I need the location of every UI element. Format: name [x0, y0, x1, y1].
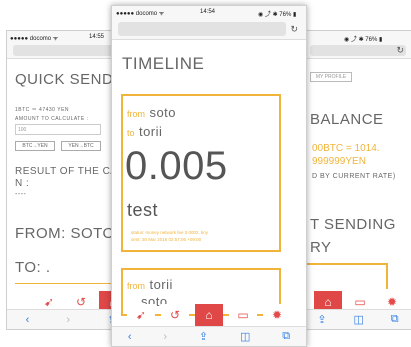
book-icon[interactable]: ◫	[240, 330, 250, 343]
btc-to-yen-button[interactable]: BTC→YEN	[15, 141, 55, 151]
amount-label: AMOUNT TO CALCULATE :	[15, 116, 89, 122]
chevron-left-icon[interactable]: ‹	[26, 314, 30, 326]
history-title: T SENDING	[310, 216, 396, 233]
gear-icon: ✹	[386, 295, 398, 309]
yen-to-btc-button[interactable]: YEN→BTC	[61, 141, 101, 151]
status-bar: ●●●●● docomo ᯤ 14:54 ◉ ⤴ ✱ 76% ▮	[112, 6, 306, 20]
url-field[interactable]	[118, 22, 286, 36]
address-bar[interactable]: ↻	[304, 43, 411, 59]
from-row: from soto	[127, 104, 176, 122]
paper-plane-icon: ➹	[135, 308, 147, 322]
paper-plane-icon: ➹	[43, 295, 55, 309]
time-label: 14:54	[200, 9, 216, 15]
address-bar[interactable]: ↻	[112, 20, 306, 40]
card-tab[interactable]: ▭	[229, 304, 257, 326]
app-tabbar: ➹ ↺ ⌂ ▭ ✹	[112, 304, 306, 326]
tabs-icon[interactable]: ⧉	[282, 330, 290, 343]
tabs-icon[interactable]: ⧉	[391, 313, 399, 326]
home-icon: ⌂	[205, 308, 213, 322]
url-field[interactable]	[310, 45, 406, 56]
chevron-right-icon[interactable]: ›	[66, 314, 70, 326]
timeline-card[interactable]: from soto to torii 0.005 test status: mo…	[121, 94, 281, 252]
from-prefix: from	[127, 281, 145, 291]
to-label: TO: .	[15, 259, 51, 276]
rate-line: 1BTC ＝ 47430 YEN	[15, 107, 70, 113]
timeline-screen: ●●●●● docomo ᯤ 14:54 ◉ ⤴ ✱ 76% ▮ ↻ TIMEL…	[111, 5, 307, 347]
history-title-cont: RY	[310, 239, 332, 256]
balance-screen: ◉ ⤴ ✱ 76% ▮ ↻ MY PROFILE BALANCE 00BTC =…	[303, 30, 411, 330]
recipient-name: torii	[138, 124, 163, 139]
book-icon[interactable]: ◫	[353, 313, 363, 326]
settings-tab[interactable]: ✹	[263, 304, 291, 326]
gear-icon: ✹	[271, 308, 283, 322]
credit-card-icon: ▭	[237, 308, 249, 322]
home-icon: ⌂	[324, 295, 332, 309]
result-value: ----	[15, 191, 27, 198]
page-title: QUICK SEND	[15, 71, 114, 88]
page-title: TIMELINE	[122, 54, 205, 73]
amount-value: 0.005	[125, 144, 228, 188]
result-label-cont: N :	[15, 178, 30, 189]
sent-date-line: sent: 30 Mar 2016 02:57:06 +09:00	[131, 237, 202, 242]
share-icon[interactable]: ⇪	[199, 330, 208, 343]
home-tab[interactable]: ⌂	[195, 304, 223, 326]
battery-label: ◉ ⤴ ✱ 76% ▮	[258, 12, 297, 18]
status-line: status: money network fee 0.0002, tiny	[131, 230, 209, 235]
sender-name: soto	[149, 105, 177, 120]
from-prefix: from	[127, 109, 145, 119]
browser-toolbar: ⇪ ◫ ⧉	[304, 309, 411, 329]
battery-label: ◉ ⤴ ✱ 76% ▮	[344, 37, 383, 43]
balance-value: 00BTC = 1014.	[312, 143, 380, 154]
amount-input[interactable]: 100	[15, 124, 101, 135]
balance-note: D BY CURRENT RATE)	[312, 173, 396, 180]
credit-card-icon: ▭	[354, 295, 366, 309]
balance-yen: 999999YEN	[312, 156, 366, 167]
send-tab[interactable]: ➹	[127, 304, 155, 326]
carrier-label: ●●●●● docomo ᯤ	[116, 11, 165, 17]
from-row: from torii	[127, 276, 173, 294]
message-text: test	[127, 200, 159, 220]
browser-toolbar: ‹ › ⇪ ◫ ⧉	[112, 326, 306, 346]
sender-name: torii	[149, 277, 173, 292]
time-label: 14:55	[89, 34, 105, 40]
history-card	[304, 263, 388, 289]
balance-title: BALANCE	[310, 111, 384, 128]
app-screenshots: ●●●●● docomo ᯤ 14:55 QUICK SEND 1BTC ＝ 4…	[0, 0, 411, 347]
chevron-left-icon[interactable]: ‹	[128, 331, 132, 343]
reload-icon[interactable]: ↻	[396, 45, 404, 56]
chevron-right-icon[interactable]: ›	[163, 331, 167, 343]
carrier-label: ●●●●● docomo ᯤ	[10, 36, 59, 42]
history-icon: ↺	[75, 295, 87, 309]
history-icon: ↺	[169, 308, 181, 322]
to-prefix: to	[127, 128, 135, 138]
reload-icon[interactable]: ↻	[290, 24, 298, 35]
to-row: to torii	[127, 123, 162, 141]
from-label: FROM: SOTO	[15, 225, 115, 242]
history-tab[interactable]: ↺	[161, 304, 189, 326]
status-bar: ◉ ⤴ ✱ 76% ▮	[304, 31, 411, 43]
share-icon[interactable]: ⇪	[317, 313, 326, 326]
result-label: RESULT OF THE CA	[15, 166, 118, 177]
my-profile-button[interactable]: MY PROFILE	[310, 72, 352, 82]
